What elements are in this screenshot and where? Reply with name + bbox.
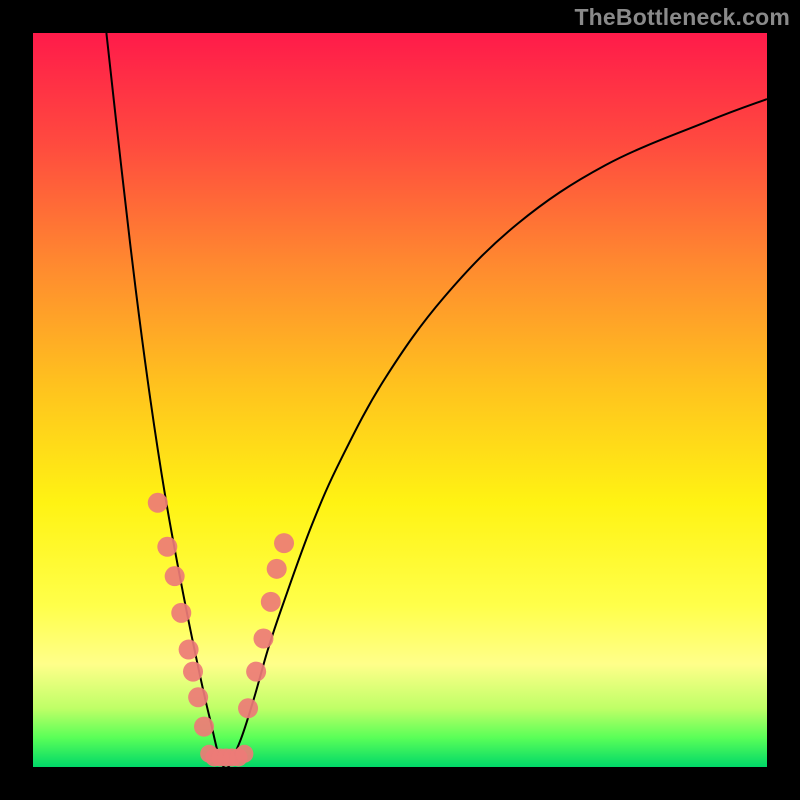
watermark-text: TheBottleneck.com [574, 4, 790, 31]
highlight-marker [274, 533, 294, 553]
bottleneck-curve [106, 33, 767, 768]
curve-svg [33, 33, 767, 767]
highlight-marker [238, 698, 258, 718]
marker-cluster-bottom [200, 745, 253, 767]
highlight-marker [179, 640, 199, 660]
highlight-marker [246, 662, 266, 682]
highlight-marker [165, 566, 185, 586]
highlight-marker [261, 592, 281, 612]
chart-container: TheBottleneck.com [0, 0, 800, 800]
highlight-marker [267, 559, 287, 579]
highlight-marker [194, 717, 214, 737]
highlight-marker [157, 537, 177, 557]
marker-cluster-right [238, 533, 294, 718]
highlight-marker [171, 603, 191, 623]
marker-cluster-left [148, 493, 214, 737]
highlight-marker [253, 629, 273, 649]
highlight-marker [235, 745, 253, 763]
highlight-marker [183, 662, 203, 682]
highlight-marker [148, 493, 168, 513]
highlight-marker [188, 687, 208, 707]
plot-area [33, 33, 767, 767]
